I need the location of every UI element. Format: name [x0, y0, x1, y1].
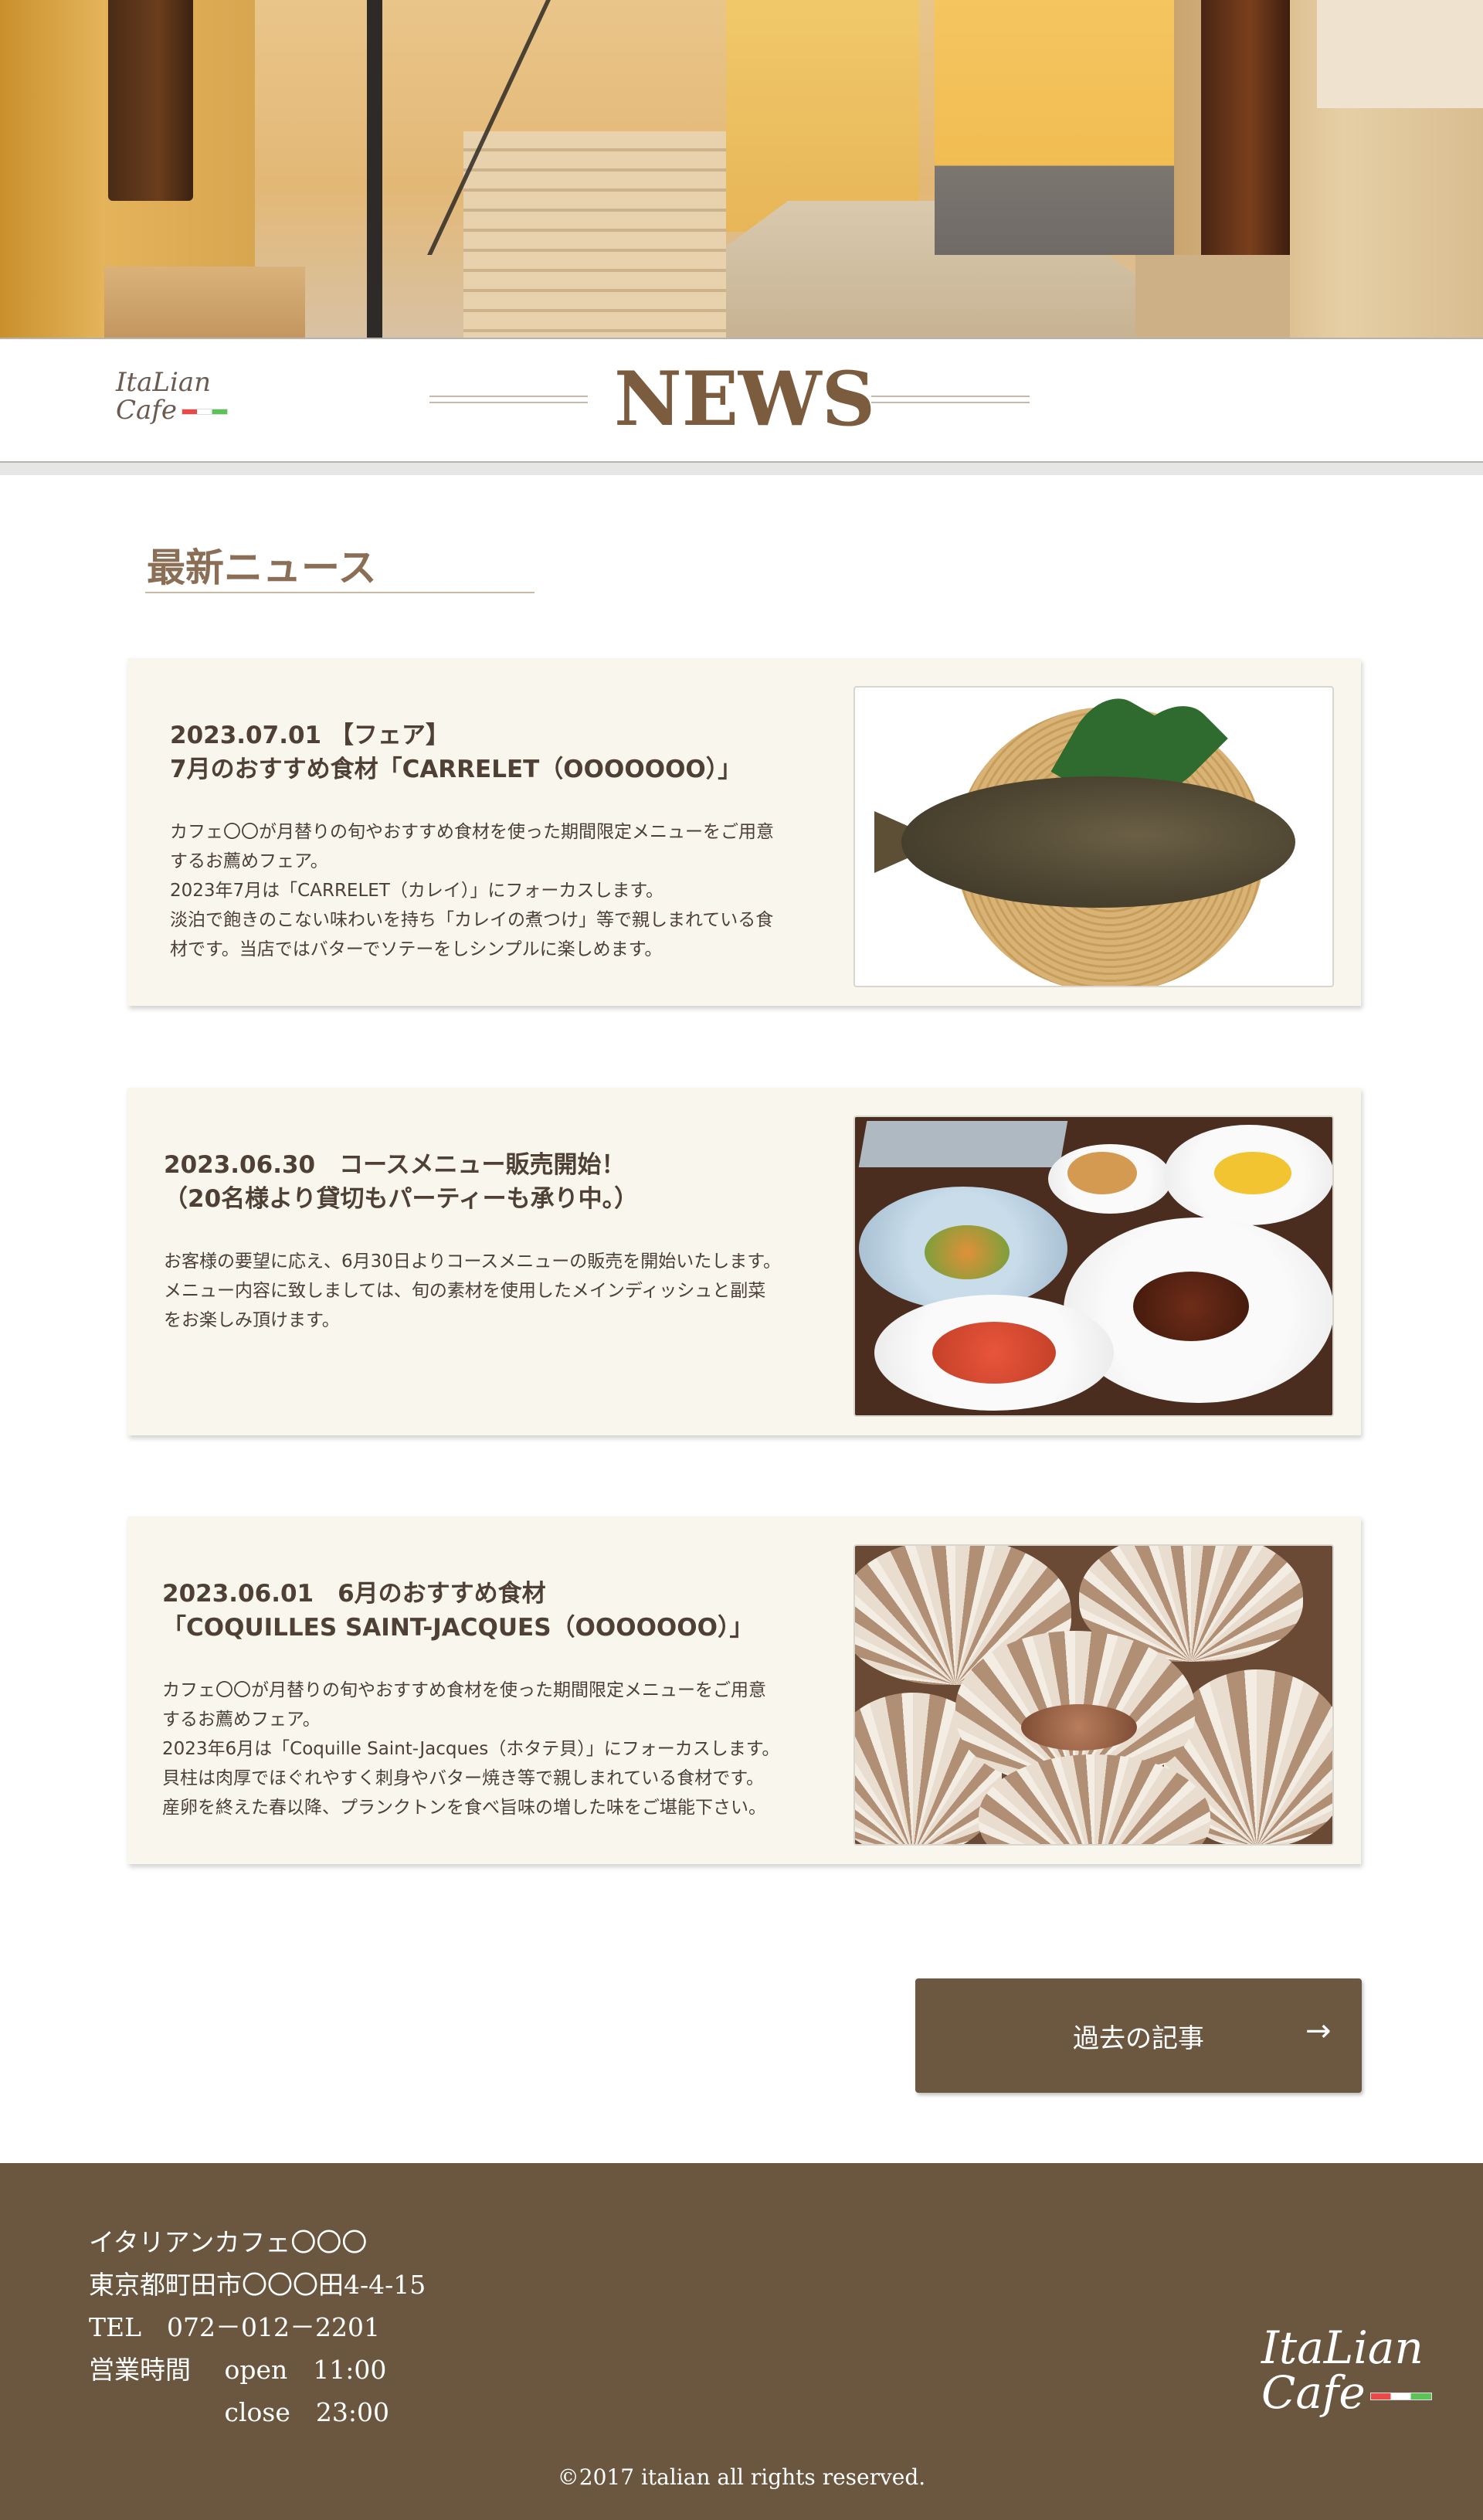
news-card-text: 2023.06.01 6月のおすすめ食材 「COQUILLES SAINT-JA… — [162, 1577, 811, 1822]
scallop-meat — [1021, 1704, 1137, 1751]
flounder-photo — [853, 686, 1334, 987]
news-title-line: 「COQUILLES SAINT-JACQUES（OOOOOOO）」 — [162, 1614, 754, 1642]
title-deco-line-right — [871, 396, 1030, 403]
news-card-body: お客様の要望に応え、6月30日よりコースメニューの販売を開始いたします。 メニュ… — [164, 1247, 813, 1335]
course-menu-photo — [853, 1116, 1334, 1417]
news-card-text: 2023.06.30 コースメニュー販売開始！ （20名様より貸切もパーティーも… — [164, 1148, 813, 1335]
section-title: 最新ニュース — [147, 545, 377, 590]
dessert-tray — [858, 1121, 1068, 1167]
news-card-1[interactable]: 2023.07.01 【フェア】 7月のおすすめ食材「CARRELET（OOOO… — [127, 658, 1361, 1006]
footer-shop-name: イタリアンカフェ〇〇〇 — [89, 2227, 368, 2257]
header-divider — [0, 463, 1483, 475]
italian-flag-icon — [182, 409, 228, 415]
news-title-line: 7月のおすすめ食材「CARRELET（OOOOOOO）」 — [170, 756, 742, 783]
news-body-line: 2023年6月は「Coquille Saint-Jacques（ホタテ貝）」にフ… — [162, 1739, 780, 1759]
news-body-line: 淡泊で飽きのこない味わいを持ち「カレイの煮つけ」等で親しまれている食 — [170, 910, 774, 930]
hero-image — [0, 0, 1483, 338]
footer-tel: TEL 072－012－2201 — [89, 2312, 380, 2342]
news-body-line: 貝柱は肉厚でほぐれやすく刺身やバター焼き等で親しまれている食材です。 — [162, 1768, 765, 1788]
hero-window — [1317, 0, 1483, 108]
news-body-line: カフェ〇〇が月替りの旬やおすすめ食材を使った期間限定メニューをご用意 — [170, 822, 774, 842]
news-title-line: 2023.07.01 【フェア】 — [170, 722, 450, 749]
main-dish — [1133, 1272, 1249, 1341]
footer-address: 東京都町田市〇〇〇田4-4-15 — [89, 2270, 426, 2300]
hero-pole — [367, 0, 382, 338]
news-body-line: 材です。当店ではバターでソテーをしシンプルに楽しめます。 — [170, 939, 663, 959]
bread — [1067, 1152, 1137, 1194]
hero-door-left — [108, 0, 193, 201]
copyright: ©2017 italian all rights reserved. — [557, 2464, 926, 2490]
italian-flag-icon — [1369, 2392, 1432, 2400]
footer-logo-line-2: Cafe — [1261, 2370, 1432, 2415]
news-body-line: メニュー内容に致しましては、旬の素材を使用したメインディッシュと副菜 — [164, 1281, 766, 1301]
news-body-line: するお薦めフェア。 — [162, 1710, 321, 1730]
news-card-body: カフェ〇〇が月替りの旬やおすすめ食材を使った期間限定メニューをご用意 するお薦め… — [162, 1676, 811, 1822]
title-deco-line-left — [429, 396, 588, 403]
logo-line-1: ItaLian — [116, 367, 211, 398]
hero-stone-block — [104, 267, 305, 338]
news-body-line: 2023年7月は「CARRELET（カレイ）」にフォーカスします。 — [170, 881, 664, 901]
news-body-line: お客様の要望に応え、6月30日よりコースメニューの販売を開始いたします。 — [164, 1252, 781, 1272]
news-card-text: 2023.07.01 【フェア】 7月のおすすめ食材「CARRELET（OOOO… — [170, 718, 819, 964]
news-body-line: するお薦めフェア。 — [170, 851, 328, 871]
arrow-right-icon: → — [1305, 2013, 1332, 2049]
news-title-line: 2023.06.01 6月のおすすめ食材 — [162, 1580, 546, 1608]
section-title-underline — [145, 592, 534, 593]
footer-logo[interactable]: ItaLian Cafe — [1261, 2325, 1432, 2415]
flounder-fish — [901, 776, 1295, 908]
pasta — [932, 1322, 1056, 1384]
past-articles-label: 過去の記事 — [1073, 2022, 1204, 2054]
hero-step — [1135, 255, 1290, 338]
news-body-line: 産卵を終えた春以降、プランクトンを食べ旨味の増した味をご堪能下さい。 — [162, 1798, 766, 1818]
hero-door-right — [1201, 0, 1290, 270]
news-card-2[interactable]: 2023.06.30 コースメニュー販売開始！ （20名様より貸切もパーティーも… — [127, 1088, 1361, 1435]
footer-shop-info: イタリアンカフェ〇〇〇 東京都町田市〇〇〇田4-4-15 TEL 072－012… — [89, 2221, 426, 2433]
news-card-title: 2023.06.30 コースメニュー販売開始！ （20名様より貸切もパーティーも… — [164, 1148, 813, 1216]
news-body-line: カフェ〇〇が月替りの旬やおすすめ食材を使った期間限定メニューをご用意 — [162, 1680, 766, 1700]
hero-yellow-house — [935, 0, 1189, 255]
logo-line-2: Cafe — [116, 397, 228, 423]
page-title: NEWS — [614, 355, 876, 443]
news-body-line: をお楽しみ頂けます。 — [164, 1310, 340, 1330]
footer-hours-close: close 23:00 — [89, 2397, 389, 2427]
appetizer — [925, 1225, 1010, 1279]
soup — [1214, 1152, 1291, 1194]
news-card-3[interactable]: 2023.06.01 6月のおすすめ食材 「COQUILLES SAINT-JA… — [127, 1516, 1361, 1864]
past-articles-button[interactable]: 過去の記事 → — [915, 1978, 1362, 2093]
news-title-line: （20名様より貸切もパーティーも承り中。） — [164, 1185, 639, 1213]
news-card-title: 2023.06.01 6月のおすすめ食材 「COQUILLES SAINT-JA… — [162, 1577, 811, 1645]
news-card-title: 2023.07.01 【フェア】 7月のおすすめ食材「CARRELET（OOOO… — [170, 718, 819, 786]
news-title-line: 2023.06.30 コースメニュー販売開始！ — [164, 1151, 626, 1179]
header-logo[interactable]: ItaLian Cafe — [116, 369, 228, 423]
scallop-photo — [853, 1544, 1334, 1846]
footer-hours-open: 営業時間 open 11:00 — [89, 2355, 387, 2385]
news-card-body: カフェ〇〇が月替りの旬やおすすめ食材を使った期間限定メニューをご用意 するお薦め… — [170, 817, 819, 964]
